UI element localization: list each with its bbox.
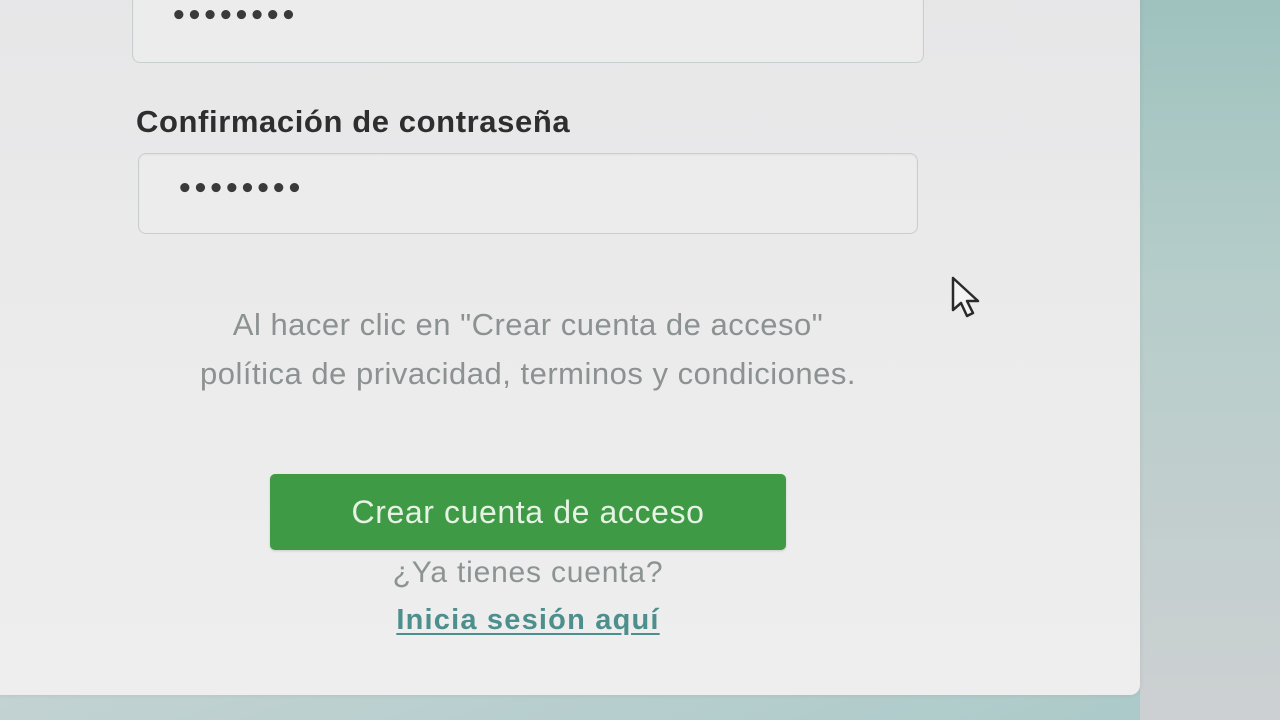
confirm-password-label: Confirmación de contraseña: [136, 104, 571, 139]
login-link[interactable]: Inicia sesión aquí: [270, 604, 786, 637]
confirm-password-field[interactable]: ••••••••: [138, 153, 918, 234]
password-value: ••••••••: [171, 1, 297, 31]
have-account-text: ¿Ya tienes cuenta?: [392, 556, 664, 589]
background: [1140, 0, 1280, 720]
create-account-button[interactable]: Crear cuenta de acceso: [270, 474, 786, 550]
mouse-pointer-icon: [951, 276, 980, 318]
password-field[interactable]: ••••••••: [132, 0, 924, 63]
confirm-password-value: ••••••••: [177, 174, 303, 204]
terms-notice: Al hacer clic en "Crear cuenta de acceso…: [200, 307, 856, 391]
